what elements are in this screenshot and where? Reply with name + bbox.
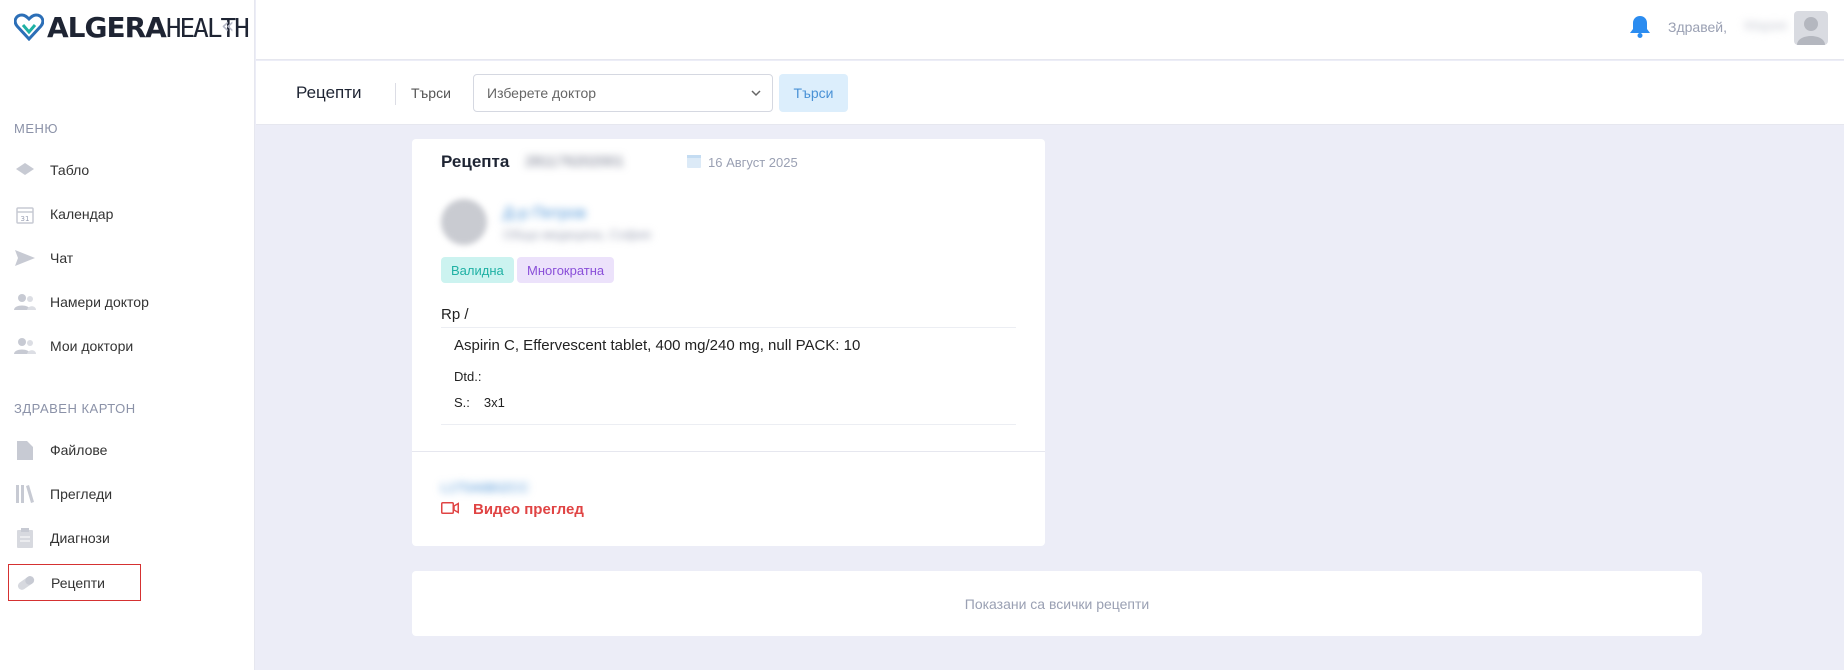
video-exam-link[interactable]: Видео преглед xyxy=(441,501,584,518)
sidebar-item-find-doctor[interactable]: Намери доктор xyxy=(14,290,234,314)
divider xyxy=(441,327,1016,328)
divider xyxy=(412,451,1045,452)
search-label: Търси xyxy=(411,85,451,101)
calendar-icon: 31 xyxy=(14,204,36,224)
prescription-card: Рецепта 281176202001 16 Август 2025 Д-р … xyxy=(412,139,1045,546)
sidebar-item-dashboard[interactable]: Табло xyxy=(14,158,234,182)
search-button[interactable]: Търси xyxy=(779,74,848,112)
doctor-avatar xyxy=(441,199,487,245)
exam-number[interactable]: L1T5A6B0ZCC xyxy=(441,480,529,495)
video-camera-icon xyxy=(441,501,459,518)
brand-name-bold: ALGERA xyxy=(47,10,167,44)
signa-row: S.: 3x1 xyxy=(454,395,505,410)
sidebar: ALGERAHEALTH « МЕНЮ Табло 31 Календар Ча… xyxy=(0,0,255,670)
page-title: Рецепти xyxy=(296,83,362,102)
prescription-number: 281176202001 xyxy=(525,153,624,170)
sidebar-item-label: Намери доктор xyxy=(50,294,149,310)
signa-value: 3x1 xyxy=(483,395,505,410)
avatar[interactable] xyxy=(1794,11,1828,45)
drug-name: Aspirin C, Effervescent tablet, 400 mg/2… xyxy=(454,337,861,354)
sidebar-item-calendar[interactable]: 31 Календар xyxy=(14,202,234,226)
users-icon xyxy=(14,292,36,312)
pill-icon xyxy=(15,573,37,593)
doctor-specialty: Обща медицина, София xyxy=(503,227,651,242)
health-record-section-label: ЗДРАВЕН КАРТОН xyxy=(14,401,136,416)
calendar-icon xyxy=(687,154,701,171)
sidebar-item-files[interactable]: Файлове xyxy=(14,438,234,462)
prescription-title: Рецепта xyxy=(441,152,510,171)
clipboard-icon xyxy=(14,528,36,548)
top-header: Здравей, Мария xyxy=(256,0,1844,60)
chevron-down-icon xyxy=(750,86,762,102)
sidebar-item-prescriptions[interactable]: Рецепти xyxy=(8,564,141,601)
sidebar-item-label: Рецепти xyxy=(51,574,105,591)
divider xyxy=(395,83,396,105)
greeting-text: Здравей, xyxy=(1668,19,1727,35)
sidebar-item-label: Диагнози xyxy=(50,530,110,546)
dashboard-icon xyxy=(14,160,36,180)
bell-icon[interactable] xyxy=(1630,16,1650,42)
sidebar-item-exams[interactable]: Прегледи xyxy=(14,482,234,506)
sidebar-item-label: Мои доктори xyxy=(50,338,134,354)
sidebar-item-label: Чат xyxy=(50,250,74,266)
users-icon xyxy=(14,336,36,356)
books-icon xyxy=(14,484,36,504)
sidebar-item-label: Файлове xyxy=(50,442,108,458)
prescription-date-text: 16 Август 2025 xyxy=(708,155,798,170)
brand-name-thin: HEALTH xyxy=(165,13,250,44)
all-prescriptions-info: Показани са всички рецепти xyxy=(412,571,1702,636)
doctor-name[interactable]: Д-р Петров xyxy=(503,205,586,223)
info-text: Показани са всички рецепти xyxy=(964,595,1150,612)
sidebar-item-label: Календар xyxy=(50,206,114,222)
status-badge-valid: Валидна xyxy=(441,257,514,283)
sidebar-item-label: Прегледи xyxy=(50,486,113,502)
heart-logo-icon xyxy=(14,13,44,41)
sidebar-item-chat[interactable]: Чат xyxy=(14,246,234,270)
file-icon xyxy=(14,440,36,460)
dtd-label: Dtd.: xyxy=(454,369,482,384)
send-icon xyxy=(14,248,36,268)
status-badge-multi: Многократна xyxy=(517,257,615,283)
collapse-sidebar-icon[interactable]: « xyxy=(221,16,234,38)
menu-section-label: МЕНЮ xyxy=(14,121,59,136)
signa-label: S.: xyxy=(454,395,470,410)
doctor-select-placeholder: Изберете доктор xyxy=(487,85,597,101)
sidebar-item-my-doctors[interactable]: Мои доктори xyxy=(14,334,234,358)
filter-bar: Рецепти Търси Изберете доктор Търси xyxy=(256,61,1844,125)
sidebar-item-diagnoses[interactable]: Диагнози xyxy=(14,526,234,550)
prescription-date: 16 Август 2025 xyxy=(687,154,798,171)
user-name: Мария xyxy=(1744,17,1787,33)
divider xyxy=(441,424,1016,425)
svg-text:31: 31 xyxy=(21,215,30,223)
sidebar-item-label: Табло xyxy=(50,162,90,178)
video-exam-label: Видео преглед xyxy=(473,501,584,518)
brand-logo[interactable]: ALGERAHEALTH xyxy=(14,10,250,44)
doctor-select[interactable]: Изберете доктор xyxy=(473,74,773,112)
rp-label: Rp / xyxy=(441,306,469,323)
